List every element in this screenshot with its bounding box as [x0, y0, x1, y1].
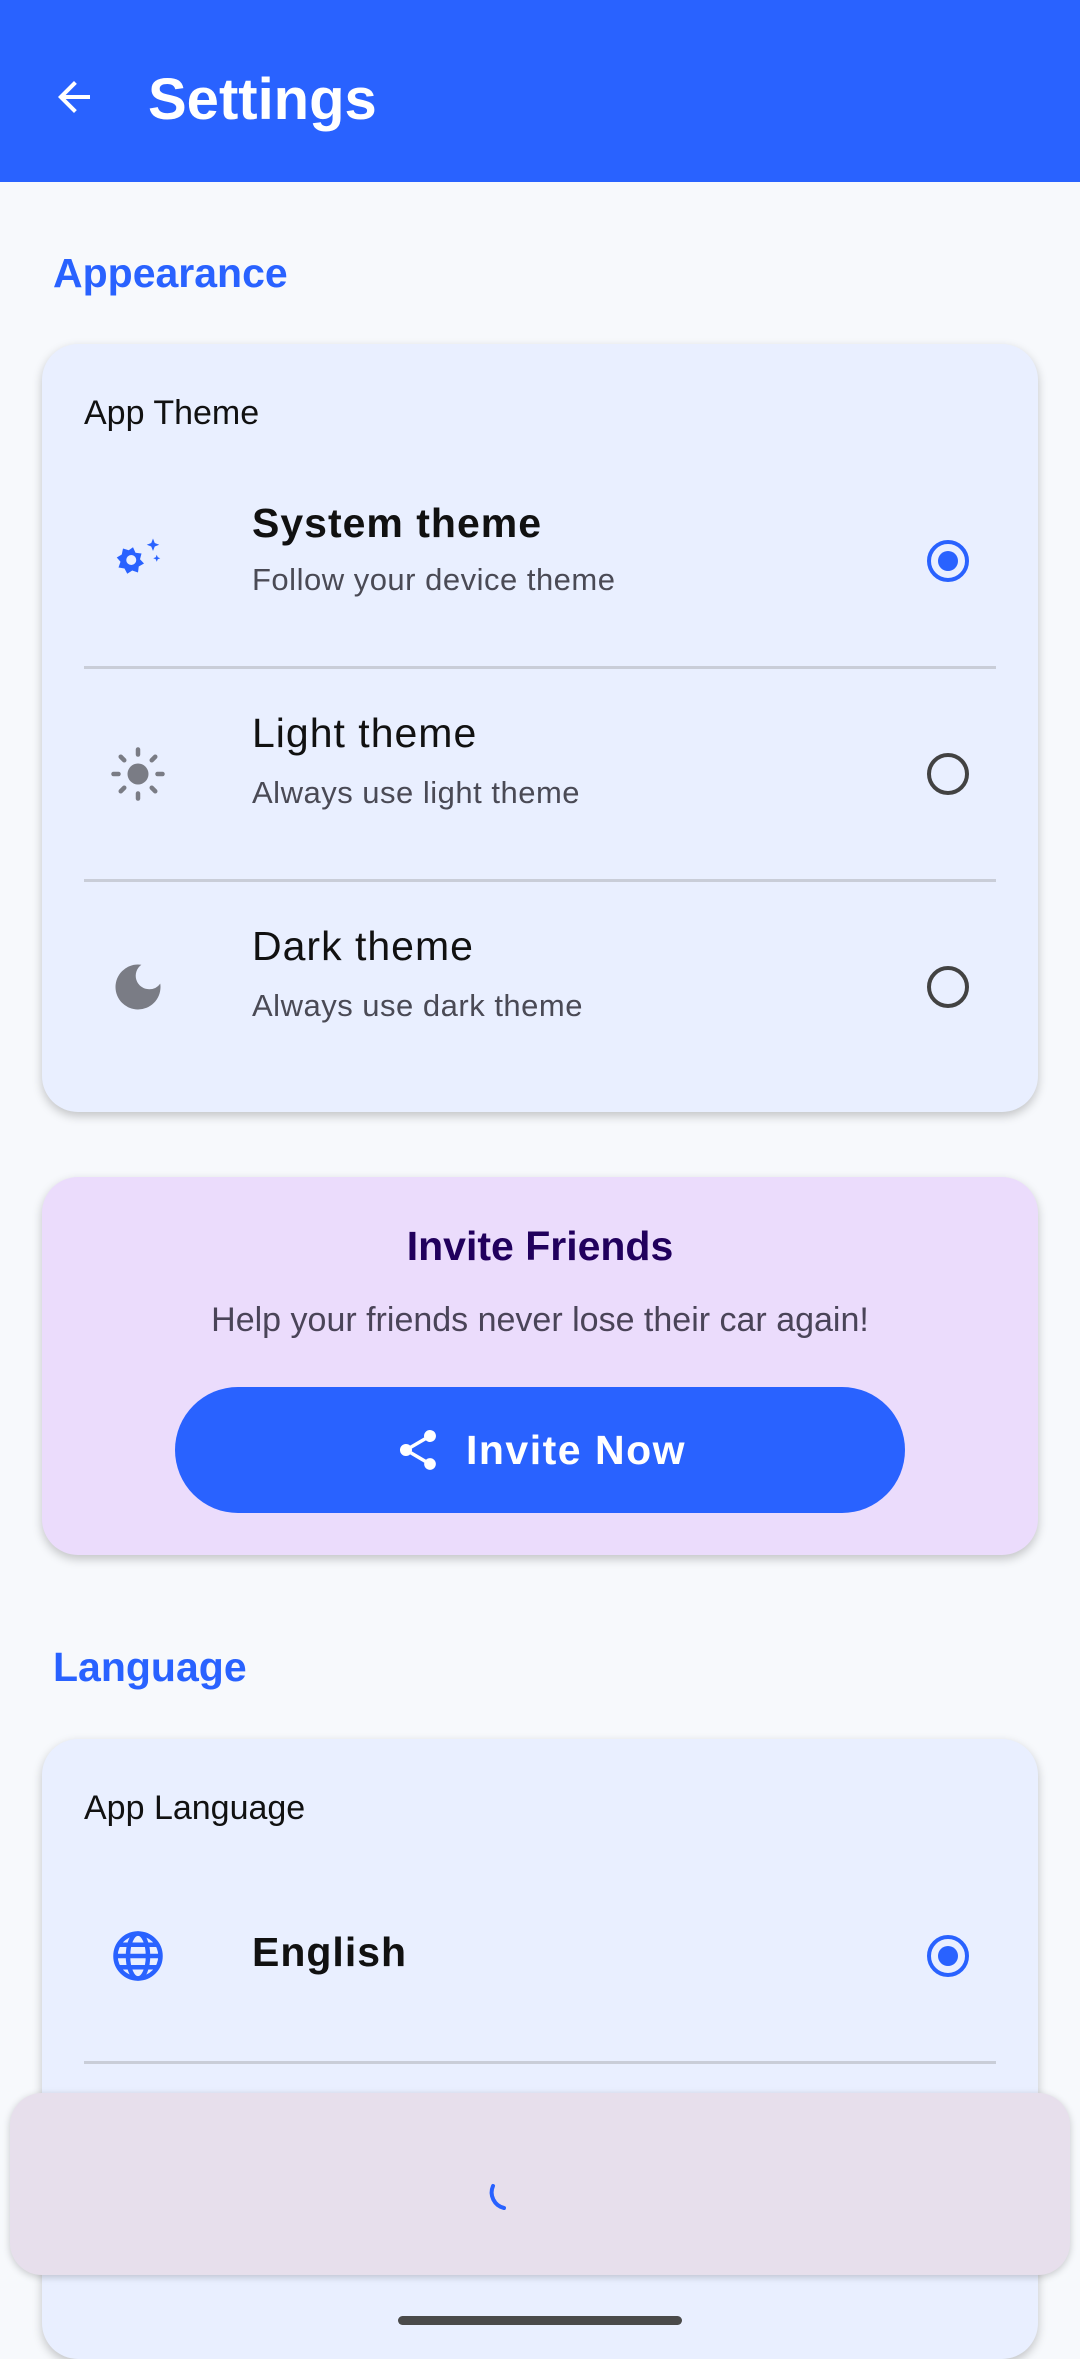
invite-subtitle: Help your friends never lose their car a…: [211, 1301, 869, 1339]
option-title: English: [252, 1929, 408, 1975]
back-button[interactable]: [30, 53, 118, 141]
theme-option-light[interactable]: Light theme Always use light theme: [84, 669, 996, 879]
home-indicator[interactable]: [398, 2316, 682, 2325]
theme-option-system[interactable]: System theme Follow your device theme: [84, 456, 996, 666]
option-title: Dark theme: [252, 923, 474, 969]
invite-now-label: Invite Now: [465, 1426, 687, 1473]
option-subtitle: Follow your device theme: [252, 562, 616, 597]
radio-light-theme[interactable]: [927, 753, 969, 795]
top-app-bar: Settings: [0, 0, 1080, 182]
invite-friends-card: Invite Friends Help your friends never l…: [42, 1177, 1038, 1555]
radio-dark-theme[interactable]: [927, 966, 969, 1008]
app-theme-card: App Theme System theme Follow your devic…: [42, 344, 1038, 1112]
share-icon: [399, 1430, 436, 1470]
theme-option-dark[interactable]: Dark theme Always use dark theme: [84, 882, 996, 1092]
bottom-loading-panel: [10, 2093, 1070, 2275]
loading-spinner-icon: [489, 2184, 506, 2210]
card-label-app-theme: App Theme: [84, 394, 260, 432]
option-title: System theme: [252, 500, 543, 546]
moon-icon: [108, 957, 168, 1017]
sun-icon: [108, 744, 168, 804]
option-subtitle: Always use light theme: [252, 775, 581, 810]
option-subtitle: Always use dark theme: [252, 988, 583, 1023]
radio-english[interactable]: [927, 1935, 969, 1977]
invite-title: Invite Friends: [406, 1223, 674, 1269]
invite-now-button[interactable]: Invite Now: [175, 1387, 905, 1513]
page-title: Settings: [148, 67, 377, 132]
section-title-appearance: Appearance: [53, 250, 288, 296]
language-option-english[interactable]: English: [84, 1851, 996, 2061]
option-title: Light theme: [252, 710, 478, 756]
card-label-app-language: App Language: [84, 1789, 306, 1827]
auto-theme-icon: [108, 531, 168, 591]
arrow-back-icon: [58, 81, 90, 113]
divider: [84, 2061, 996, 2064]
globe-icon: [108, 1926, 168, 1986]
radio-system-theme[interactable]: [927, 540, 969, 582]
section-title-language: Language: [53, 1644, 247, 1690]
